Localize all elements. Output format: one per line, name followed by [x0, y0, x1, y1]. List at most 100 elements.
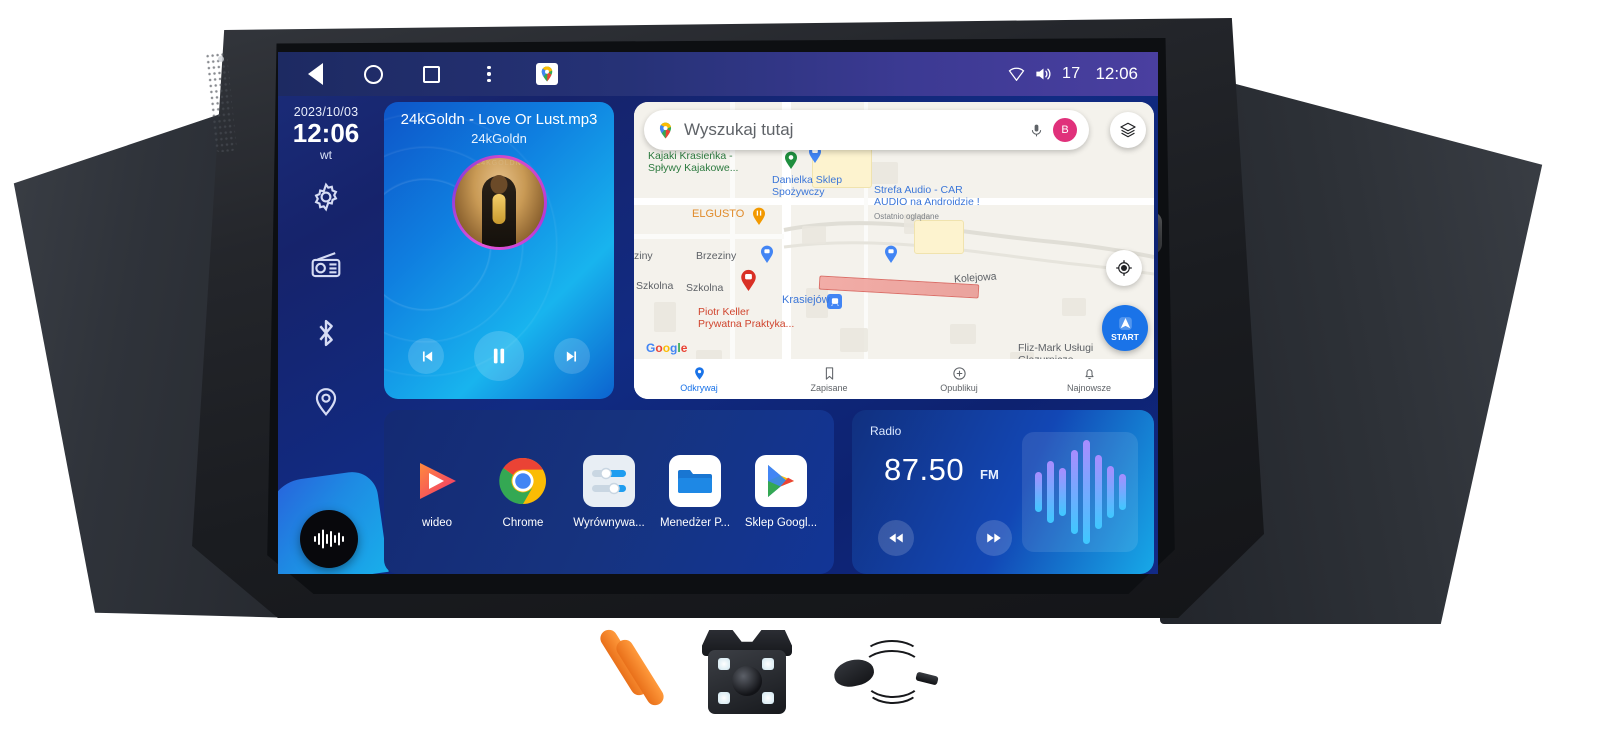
train-icon	[830, 297, 839, 306]
map-nav-label: Zapisane	[810, 382, 848, 393]
status-indicators: 17 12:06	[1008, 64, 1158, 84]
radio-seek-down-button[interactable]	[878, 520, 914, 556]
map-label-sub: Ostatnio oglądane	[874, 212, 939, 221]
navigation-arrow-icon	[1118, 317, 1132, 330]
bell-icon	[1084, 368, 1094, 379]
music-previous-button[interactable]	[408, 338, 444, 374]
app-chrome[interactable]: Chrome	[481, 455, 565, 529]
account-avatar[interactable]: B	[1053, 118, 1077, 142]
three-dot-menu-icon	[487, 65, 491, 83]
app-label: Chrome	[502, 517, 544, 529]
map-pin-green[interactable]	[784, 150, 798, 169]
map-bottom-nav: Odkrywaj Zapisane Opublikuj Najnowsze	[634, 359, 1154, 399]
map-pin-blue[interactable]	[760, 244, 774, 263]
map-nav-odkrywaj[interactable]: Odkrywaj	[634, 366, 764, 393]
home-button[interactable]	[362, 63, 384, 85]
sidebar-date: 2023/10/03	[293, 105, 359, 119]
camera-led	[762, 692, 774, 704]
music-artist: 24kGoldn	[471, 131, 527, 146]
back-triangle-icon	[307, 63, 323, 85]
map-nav-zapisane[interactable]: Zapisane	[764, 366, 894, 393]
map-nav-label: Opublikuj	[940, 382, 978, 393]
music-widget[interactable]: 24kGoldn - Love Or Lust.mp3 24kGoldn 24K…	[384, 102, 614, 399]
map-recenter-button[interactable]	[1106, 250, 1142, 286]
accessory-microphone	[830, 632, 940, 716]
radio-icon	[311, 252, 341, 278]
app-file-manager[interactable]: Menedżer P...	[653, 455, 737, 529]
sidebar-item-radio[interactable]	[309, 248, 343, 282]
app-wideo[interactable]: wideo	[395, 455, 479, 529]
home-circle-icon	[363, 64, 383, 84]
app-label: wideo	[421, 517, 453, 529]
radio-band: FM	[980, 467, 999, 482]
radio-widget[interactable]: Radio 87.50 FM	[852, 410, 1154, 574]
waveform-icon	[314, 529, 344, 549]
app-equalizer[interactable]: Wyrównywa...	[567, 455, 651, 529]
music-pause-button[interactable]	[474, 331, 524, 381]
google-maps-icon	[659, 122, 672, 138]
equalizer-icon	[592, 467, 626, 495]
map-pin-blue[interactable]	[884, 244, 898, 263]
back-button[interactable]	[304, 63, 326, 85]
file-manager-icon	[678, 470, 712, 493]
radio-controls	[878, 520, 1012, 556]
sidebar-time: 12:06	[292, 118, 360, 148]
recents-button[interactable]	[420, 63, 442, 85]
bookmark-icon	[825, 366, 833, 380]
map-label: Szkolna	[686, 282, 724, 294]
video-player-icon	[420, 463, 456, 499]
music-next-button[interactable]	[554, 338, 590, 374]
accessory-pry-tools	[585, 626, 675, 710]
apps-row: wideo Chrome Wyrównywa... Menedżer P... …	[384, 410, 834, 574]
map-nav-opublikuj[interactable]: Opublikuj	[894, 366, 1024, 393]
map-start-navigation-button[interactable]: START	[1102, 305, 1148, 351]
app-label: Menedżer P...	[659, 517, 731, 529]
touchscreen[interactable]: 17 12:06 2023/10/03 12:06 wt 24kGoldn - …	[278, 52, 1158, 574]
recenter-icon	[1116, 260, 1132, 276]
map-building	[802, 226, 826, 244]
map-label: ELGUSTO	[692, 208, 745, 220]
app-icon	[411, 455, 463, 507]
music-title: 24kGoldn - Love Or Lust.mp3	[400, 111, 598, 128]
album-art: 24KGOLDN	[454, 158, 544, 247]
rewind-icon	[889, 533, 903, 543]
map-area	[914, 220, 964, 254]
map-building	[840, 328, 868, 352]
album-art-face	[490, 174, 508, 194]
album-art-text: 24KGOLDN	[476, 160, 522, 167]
google-play-icon	[768, 465, 794, 497]
radio-visualizer	[1022, 432, 1138, 552]
sidebar-item-settings[interactable]	[309, 180, 343, 214]
map-layers-button[interactable]	[1110, 112, 1146, 148]
map-search-bar[interactable]: Wyszukaj tutaj B	[644, 110, 1089, 150]
app-play-store[interactable]: Sklep Googl...	[739, 455, 823, 529]
sidebar-item-navigation[interactable]	[309, 384, 343, 418]
recents-square-icon	[422, 65, 440, 83]
maps-shortcut-button[interactable]	[536, 63, 558, 85]
map-label: Szkolna	[636, 280, 674, 292]
map-search-input[interactable]: Wyszukaj tutaj	[684, 120, 1020, 140]
map-layers-icon	[1120, 122, 1136, 138]
microphone-icon[interactable]	[1029, 122, 1044, 139]
map-building	[1062, 298, 1086, 316]
status-led	[218, 56, 224, 62]
sidebar-item-bluetooth[interactable]	[309, 316, 343, 350]
map-pin-restaurant[interactable]	[752, 206, 766, 225]
radio-seek-up-button[interactable]	[976, 520, 1012, 556]
camera-led	[718, 658, 730, 670]
wifi-icon	[1008, 67, 1025, 81]
map-nav-najnowsze[interactable]: Najnowsze	[1024, 366, 1154, 393]
voice-assistant-button[interactable]	[300, 510, 358, 568]
maps-widget[interactable]: Kajaki Krasieńka - Spływy Kajakowe... Da…	[634, 102, 1154, 399]
camera-led	[762, 658, 774, 670]
skip-previous-icon	[422, 351, 432, 361]
map-label: Danielka Sklep Spożywczy	[772, 174, 843, 199]
skip-next-icon	[566, 351, 576, 361]
app-label: Sklep Googl...	[744, 517, 818, 529]
apps-dock: wideo Chrome Wyrównywa... Menedżer P... …	[384, 410, 834, 574]
map-label: Strefa Audio - CAR AUDIO na Androidzie !	[874, 184, 980, 209]
android-nav-buttons	[278, 63, 558, 85]
map-pin-red[interactable]	[740, 268, 757, 291]
overflow-button[interactable]	[478, 63, 500, 85]
bluetooth-icon	[319, 320, 333, 347]
